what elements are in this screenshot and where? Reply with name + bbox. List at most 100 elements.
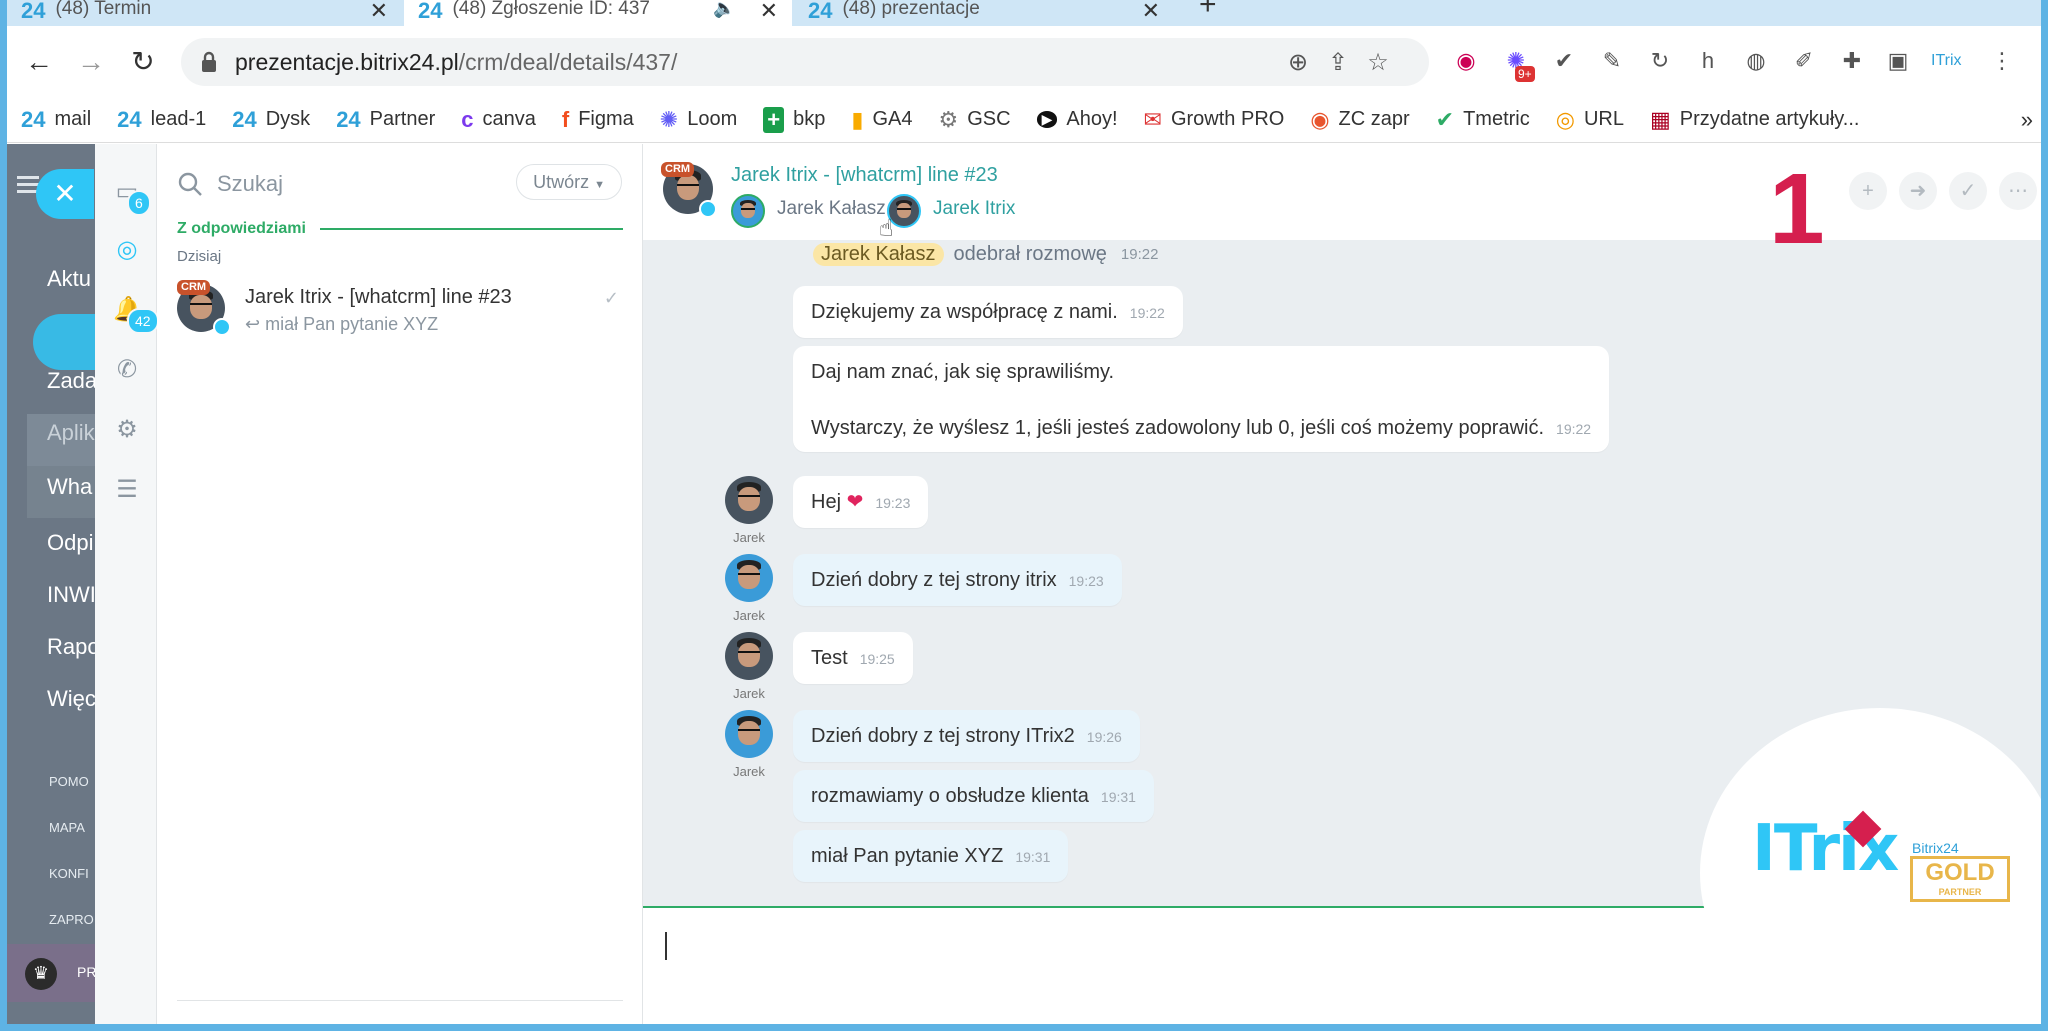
chat-preview-text: miał Pan pytanie XYZ (265, 314, 439, 334)
author-avatar (725, 476, 773, 524)
bookmark-dysk[interactable]: 24 Dysk (232, 107, 310, 133)
message-text: Hej (811, 491, 842, 513)
extension-icon[interactable]: ◉ (1451, 46, 1481, 76)
more-bookmarks-icon[interactable]: » (2021, 107, 2033, 133)
reply-icon: ↩ (245, 314, 266, 334)
notifications-badge: 42 (127, 308, 159, 334)
recent-chats-panel: Szukaj Utwórz ▼ Z odpowiedziami Dzisiaj … (157, 144, 643, 1024)
address-bar[interactable]: prezentacje.bitrix24.pl/crm/deal/details… (181, 38, 1429, 86)
menu-item[interactable]: Aplik (47, 420, 95, 446)
bookmark-loom[interactable]: ✺ Loom (660, 107, 737, 133)
menu-small-item[interactable]: ZAPRO (49, 912, 94, 927)
bookmark-ahoy[interactable]: ▶ Ahoy! (1036, 108, 1118, 131)
recent-chat-item[interactable]: CRM Jarek Itrix - [whatcrm] line #23 ↩ m… (157, 278, 643, 342)
menu-item[interactable]: Zada (47, 368, 95, 394)
url-host: prezentacje.bitrix24.pl (235, 48, 459, 75)
finish-button[interactable]: ✓ (1949, 172, 1987, 210)
reload-button[interactable]: ↻ (123, 42, 163, 82)
extension-icon[interactable]: ✔ (1549, 46, 1579, 76)
bookmark-mail[interactable]: 24 mail (21, 107, 91, 133)
extension-icon[interactable]: h (1693, 46, 1723, 76)
message-bubble: Test 19:25 (793, 632, 913, 684)
share-icon[interactable]: ⇪ (1325, 50, 1351, 76)
phone-icon[interactable]: ✆ (113, 356, 141, 384)
add-user-button[interactable]: + (1849, 172, 1887, 210)
participant-name[interactable]: Jarek Itrix (933, 198, 1015, 220)
url-icon: ◎ (1555, 106, 1575, 132)
browser-toolbar: ← → ↻ prezentacje.bitrix24.pl/crm/deal/d… (7, 26, 2041, 97)
browser-window: 24 (48) Termin ✕ 24 (48) Zgłoszenie ID: … (7, 0, 2041, 1024)
message-text: Daj nam znać, jak się sprawiliśmy. (811, 361, 1115, 383)
extension-icon[interactable]: ✎ (1597, 46, 1627, 76)
bookmark-figma[interactable]: f Figma (562, 107, 634, 133)
extension-icon[interactable]: ITrix (1931, 46, 1962, 76)
partner-label: PARTNER (1938, 887, 1982, 897)
bookmark-label: Dysk (265, 108, 311, 130)
menu-item[interactable]: Rapo (47, 634, 95, 660)
create-button[interactable]: Utwórz ▼ (516, 164, 622, 200)
list-icon[interactable]: ☰ (113, 476, 141, 504)
more-button[interactable]: ⋯ (1999, 172, 2037, 210)
sidepanel-icon[interactable]: ▣ (1883, 46, 1913, 76)
bookmark-articles[interactable]: ▦ Przydatne artykuły... (1650, 107, 1860, 133)
bookmark-partner[interactable]: 24 Partner (336, 107, 435, 133)
menu-item[interactable]: Więc (47, 686, 95, 712)
bookmark-growth[interactable]: ✉ Growth PRO (1144, 107, 1285, 133)
menu-item[interactable]: INWI (47, 582, 95, 608)
author-name: Jarek (733, 608, 765, 623)
bookmark-lead[interactable]: 24 lead-1 (117, 107, 206, 133)
close-icon[interactable]: ✕ (760, 0, 778, 24)
author-avatar (725, 710, 773, 758)
chevron-down-icon: ▼ (594, 179, 605, 191)
close-icon[interactable]: ✕ (1142, 0, 1160, 24)
bookmark-ga4[interactable]: ▮ GA4 (851, 107, 912, 133)
zoom-icon[interactable]: ⊕ (1285, 50, 1311, 76)
chat-title[interactable]: Jarek Itrix - [whatcrm] line #23 (731, 164, 998, 187)
message-time: 19:22 (1556, 421, 1592, 437)
chat-preview: ↩ miał Pan pytanie XYZ (245, 314, 438, 335)
menu-small-item[interactable]: KONFI (49, 866, 89, 881)
bookmark-label: GA4 (872, 108, 913, 130)
puzzle-icon[interactable]: ✚ (1837, 46, 1867, 76)
hamburger-icon[interactable] (17, 176, 39, 179)
bookmark-gsc[interactable]: ⚙ GSC (939, 107, 1011, 133)
tab-termin[interactable]: 24 (48) Termin ✕ (7, 0, 402, 26)
transfer-button[interactable]: ➜ (1899, 172, 1937, 210)
menu-item[interactable]: Aktu (47, 266, 91, 292)
bookmark-label: Przydatne artykuły... (1679, 108, 1860, 130)
new-tab-button[interactable]: + (1199, 0, 1217, 22)
menu-icon[interactable]: ⋮ (1987, 46, 2017, 76)
bookmark-tmetric[interactable]: ✔ Tmetric (1436, 107, 1530, 133)
close-icon[interactable]: ✕ (370, 0, 388, 24)
bookmark-label: Figma (578, 108, 634, 130)
bookmark-zc[interactable]: ◉ ZC zapr (1310, 107, 1409, 133)
open-lines-icon[interactable]: ◎ (113, 236, 141, 264)
tab-prezentacje[interactable]: 24 (48) prezentacje ✕ (794, 0, 1174, 26)
loom-icon: ✺ (659, 106, 679, 132)
tab-zgloszenie[interactable]: 24 (48) Zgłoszenie ID: 437 🔈 ✕ (404, 0, 792, 26)
extension-icon[interactable]: ↻ (1645, 46, 1675, 76)
menu-item[interactable]: Wha (47, 474, 92, 500)
back-button[interactable]: ← (19, 42, 59, 82)
audio-icon[interactable]: 🔈 (713, 0, 735, 19)
messenger-sidebar: ▭ 6 ◎ 🔔 42 ✆ ⚙ ☰ (95, 144, 159, 1024)
menu-small-item[interactable]: POMO (49, 774, 89, 789)
extension-icon[interactable]: ◍ (1741, 46, 1771, 76)
star-icon[interactable]: ☆ (1365, 50, 1391, 76)
bookmark-bkp[interactable]: + bkp (763, 106, 826, 133)
bitrix-icon: 24 (21, 0, 46, 23)
bitrix-icon: 24 (117, 106, 142, 132)
upgrade-panel[interactable]: ♛ PR (7, 944, 95, 1002)
menu-item[interactable]: Odpi (47, 530, 93, 556)
search-input[interactable]: Szukaj (177, 164, 283, 204)
bookmark-canva[interactable]: c canva (461, 107, 536, 133)
menu-small-item[interactable]: MAPA (49, 820, 85, 835)
gear-icon[interactable]: ⚙ (113, 416, 141, 444)
bookmark-url[interactable]: ◎ URL (1556, 107, 1624, 133)
close-messenger-button[interactable]: ✕ (36, 169, 94, 219)
system-text: odebrał rozmowę (953, 242, 1107, 265)
bookmark-label: bkp (793, 108, 826, 130)
forward-button[interactable]: → (71, 42, 111, 82)
extension-icon[interactable]: ✐ (1789, 46, 1819, 76)
participant-name[interactable]: Jarek Kałasz (777, 198, 886, 220)
